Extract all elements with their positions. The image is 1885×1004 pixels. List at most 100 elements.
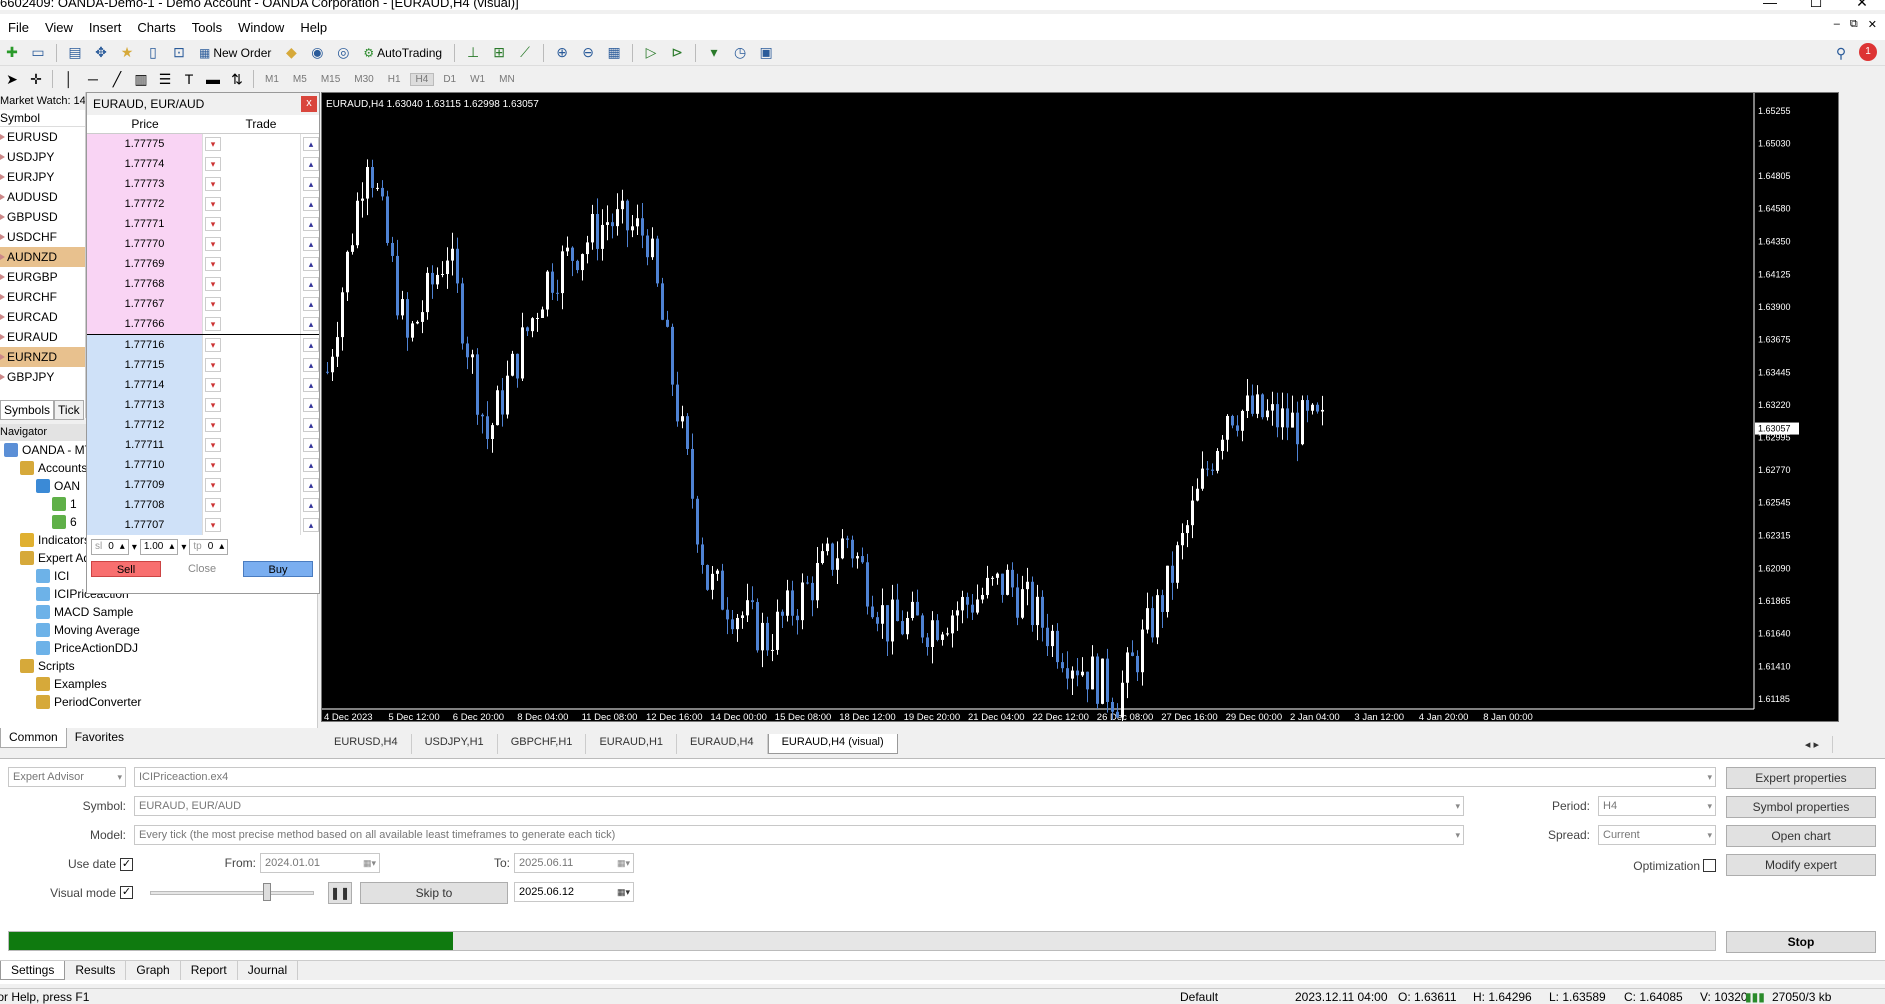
dom-buy-limit-icon[interactable]: ▴: [303, 296, 319, 311]
sl-up-icon[interactable]: ▴: [117, 540, 128, 554]
dom-price-cell[interactable]: 1.77767: [87, 293, 203, 314]
market-watch-symbol-eurusd[interactable]: EURUSD: [0, 127, 85, 147]
navigator-item[interactable]: Moving Average: [0, 621, 317, 639]
menu-insert[interactable]: Insert: [81, 20, 130, 35]
dom-price-cell[interactable]: 1.77714: [87, 374, 203, 395]
dom-sell-limit-icon[interactable]: ▾: [205, 216, 221, 231]
line-chart-icon[interactable]: ⟋: [515, 43, 535, 63]
tab-tick-chart[interactable]: Tick: [54, 400, 84, 420]
tab-graph[interactable]: Graph: [126, 961, 181, 980]
tab-results[interactable]: Results: [65, 961, 127, 980]
dom-price-cell[interactable]: 1.77768: [87, 273, 203, 294]
dom-trade-cell[interactable]: [221, 474, 301, 495]
optimization-checkbox[interactable]: [1703, 859, 1716, 872]
mdi-close-icon[interactable]: ✕: [1868, 18, 1877, 31]
dom-trade-cell[interactable]: [221, 233, 301, 254]
dom-price-cell[interactable]: 1.77712: [87, 414, 203, 435]
market-watch-symbol-eurchf[interactable]: EURCHF: [0, 287, 85, 307]
volume-down-icon[interactable]: ▾: [132, 542, 137, 553]
use-date-checkbox[interactable]: ✓: [120, 858, 133, 871]
tester-type-select[interactable]: Expert Advisor ▾: [8, 767, 126, 787]
autotrading-button[interactable]: ⚙ AutoTrading: [359, 46, 446, 60]
dom-trade-cell[interactable]: [221, 273, 301, 294]
volume-up-icon[interactable]: ▴: [166, 540, 177, 554]
market-watch-symbol-audusd[interactable]: AUDUSD: [0, 187, 85, 207]
dom-price-cell[interactable]: 1.77710: [87, 454, 203, 475]
dom-sell-limit-icon[interactable]: ▾: [205, 236, 221, 251]
market-watch-icon[interactable]: ▤: [65, 43, 85, 63]
dom-trade-cell[interactable]: [221, 313, 301, 334]
dom-price-cell[interactable]: 1.77771: [87, 213, 203, 234]
skip-to-button[interactable]: Skip to: [360, 882, 508, 904]
dom-price-cell[interactable]: 1.77709: [87, 474, 203, 495]
indicators-icon[interactable]: ▾: [704, 43, 724, 63]
stop-button[interactable]: Stop: [1726, 931, 1876, 953]
chart-tab[interactable]: EURAUD,H1: [586, 734, 678, 754]
text-label-icon[interactable]: ▬: [203, 69, 223, 89]
tab-settings[interactable]: Settings: [0, 961, 66, 980]
market-watch-symbol-audnzd[interactable]: AUDNZD: [0, 247, 85, 267]
from-date-field[interactable]: 2024.01.01 ▦▾: [260, 853, 380, 873]
dom-trade-cell[interactable]: [221, 394, 301, 415]
dom-sell-limit-icon[interactable]: ▾: [205, 437, 221, 452]
trendline-icon[interactable]: ╱: [107, 69, 127, 89]
dom-buy-limit-icon[interactable]: ▴: [303, 457, 319, 472]
maximize-icon[interactable]: ☐: [1793, 0, 1839, 10]
sl-spinner[interactable]: sl 0 ▴: [91, 539, 129, 555]
search-icon[interactable]: ⚲: [1831, 43, 1851, 63]
horizontal-line-icon[interactable]: ─: [83, 69, 103, 89]
dom-buy-limit-icon[interactable]: ▴: [303, 337, 319, 352]
dom-buy-limit-icon[interactable]: ▴: [303, 497, 319, 512]
tp-down-icon[interactable]: ▾: [181, 542, 186, 553]
timeframe-h1[interactable]: H1: [383, 74, 406, 85]
dom-trade-cell[interactable]: [221, 253, 301, 274]
candlestick-icon[interactable]: ⊞: [489, 43, 509, 63]
dom-sell-limit-icon[interactable]: ▾: [205, 316, 221, 331]
dom-sell-limit-icon[interactable]: ▾: [205, 477, 221, 492]
dom-price-cell[interactable]: 1.77713: [87, 394, 203, 415]
dom-price-cell[interactable]: 1.77708: [87, 494, 203, 515]
metaeditor-icon[interactable]: ◆: [281, 43, 301, 63]
arrows-icon[interactable]: ⇅: [227, 69, 247, 89]
dom-trade-cell[interactable]: [221, 153, 301, 174]
dom-buy-limit-icon[interactable]: ▴: [303, 437, 319, 452]
timeframe-h4[interactable]: H4: [409, 72, 435, 86]
timeframe-m15[interactable]: M15: [316, 74, 345, 85]
dom-sell-limit-icon[interactable]: ▾: [205, 417, 221, 432]
dom-sell-limit-icon[interactable]: ▾: [205, 176, 221, 191]
period-select[interactable]: H4 ▾: [1598, 796, 1716, 816]
buy-button[interactable]: Buy: [243, 561, 313, 577]
dom-trade-cell[interactable]: [221, 514, 301, 535]
chart-tab[interactable]: USDJPY,H1: [412, 734, 498, 754]
dom-buy-limit-icon[interactable]: ▴: [303, 377, 319, 392]
signals-icon[interactable]: ◉: [307, 43, 327, 63]
dom-buy-limit-icon[interactable]: ▴: [303, 276, 319, 291]
dom-sell-limit-icon[interactable]: ▾: [205, 296, 221, 311]
dom-close-icon[interactable]: x: [301, 96, 317, 112]
calendar-icon[interactable]: ▦▾: [617, 883, 630, 901]
visual-speed-slider-thumb[interactable]: [263, 883, 272, 901]
pause-button[interactable]: ❚❚: [328, 882, 352, 904]
minimize-icon[interactable]: —: [1747, 0, 1793, 10]
dom-buy-limit-icon[interactable]: ▴: [303, 417, 319, 432]
market-watch-symbol-eurnzd[interactable]: EURNZD: [0, 347, 85, 367]
navigator-icon[interactable]: ★: [117, 43, 137, 63]
templates-icon[interactable]: ▣: [756, 43, 776, 63]
timeframe-m30[interactable]: M30: [349, 74, 378, 85]
dom-buy-limit-icon[interactable]: ▴: [303, 196, 319, 211]
bar-chart-icon[interactable]: ⊥: [463, 43, 483, 63]
calendar-icon[interactable]: ▦▾: [363, 854, 376, 872]
dom-sell-limit-icon[interactable]: ▾: [205, 517, 221, 532]
dom-trade-cell[interactable]: [221, 173, 301, 194]
chart-tabs-scroll-icon[interactable]: ◂ ▸: [1792, 736, 1833, 753]
dom-buy-limit-icon[interactable]: ▴: [303, 316, 319, 331]
timeframe-mn[interactable]: MN: [494, 74, 520, 85]
close-position-button[interactable]: Close: [167, 561, 237, 577]
navigator-item[interactable]: MACD Sample: [0, 603, 317, 621]
menu-window[interactable]: Window: [230, 20, 292, 35]
dom-trade-cell[interactable]: [221, 133, 301, 154]
dom-sell-limit-icon[interactable]: ▾: [205, 457, 221, 472]
tab-common[interactable]: Common: [0, 728, 67, 748]
tab-report[interactable]: Report: [181, 961, 238, 980]
timeframe-m1[interactable]: M1: [260, 74, 284, 85]
